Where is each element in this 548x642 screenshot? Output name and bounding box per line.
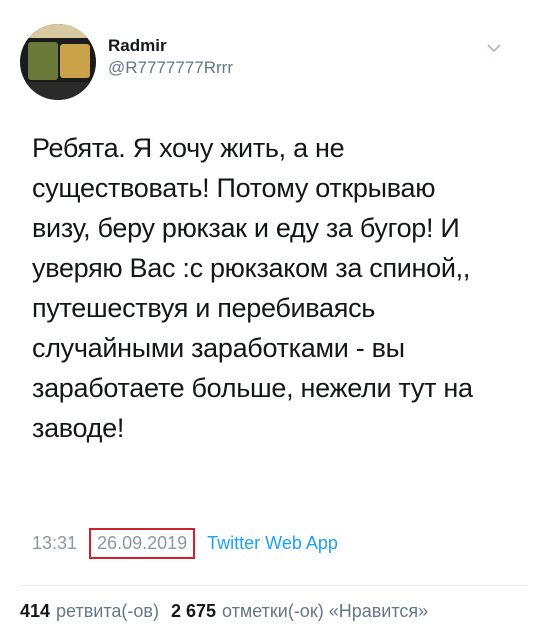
avatar-image-part	[60, 44, 90, 78]
tweet-stats: 414 ретвита(-ов) 2 675 отметки(-ок) «Нра…	[20, 596, 428, 626]
tweet-time[interactable]: 13:31	[32, 533, 77, 554]
divider	[20, 585, 528, 586]
chevron-down-icon[interactable]	[486, 40, 502, 56]
tweet-source[interactable]: Twitter Web App	[207, 533, 338, 554]
avatar-image-part	[20, 24, 96, 38]
user-handle[interactable]: @R7777777Rrrr	[108, 58, 233, 78]
avatar-image-part	[28, 42, 58, 80]
like-label[interactable]: отметки(-ок) «Нравится»	[222, 601, 428, 622]
retweet-label[interactable]: ретвита(-ов)	[56, 601, 159, 622]
tweet-date[interactable]: 26.09.2019	[89, 527, 196, 559]
tweet-card: Radmir @R7777777Rrrr Ребята. Я хочу жить…	[0, 0, 548, 642]
tweet-meta: 13:31 26.09.2019 Twitter Web App	[32, 527, 338, 559]
avatar-image-part	[20, 82, 96, 100]
avatar[interactable]	[20, 24, 96, 100]
retweet-count[interactable]: 414	[20, 601, 50, 622]
user-name[interactable]: Radmir	[108, 36, 167, 56]
like-count[interactable]: 2 675	[171, 601, 216, 622]
tweet-text: Ребята. Я хочу жить, а не существовать! …	[32, 133, 473, 443]
